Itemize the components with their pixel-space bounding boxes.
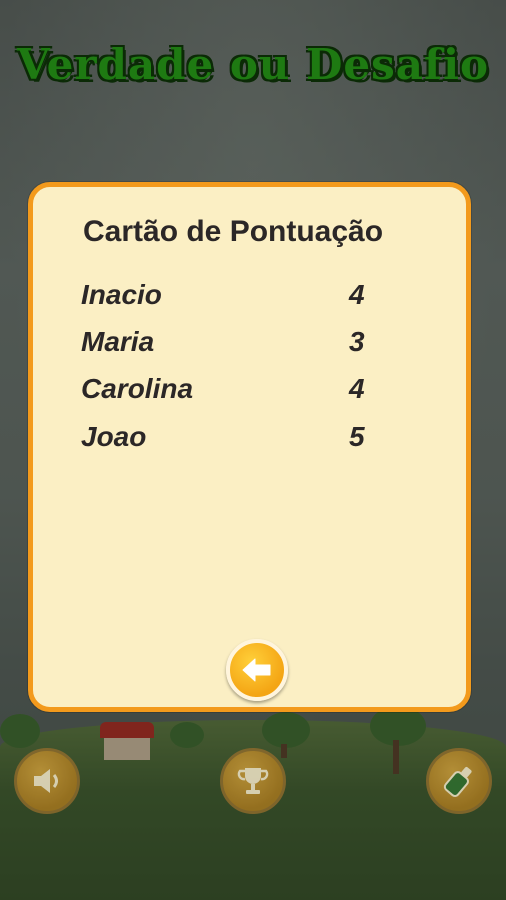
player-name: Joao <box>81 421 147 452</box>
score-row: Maria 3 <box>81 326 421 370</box>
back-button[interactable] <box>226 639 288 701</box>
scorecard-title: Cartão de Pontuação <box>83 215 384 248</box>
score-row: Inacio 4 <box>81 279 421 323</box>
player-score: 5 <box>349 421 365 452</box>
speaker-icon <box>34 769 58 793</box>
app-title: Verdade ou Desafio <box>16 40 490 89</box>
player-score: 3 <box>349 326 365 357</box>
score-row: Carolina 4 <box>81 373 421 417</box>
sound-button[interactable] <box>14 748 80 814</box>
score-row: Joao 5 <box>81 421 421 465</box>
player-name: Maria <box>81 326 155 357</box>
bottle-button[interactable] <box>426 748 492 814</box>
scorecard-dialog: Cartão de Pontuação Inacio 4 Maria 3 Car… <box>28 182 471 712</box>
arrow-left-icon <box>242 658 271 682</box>
player-name: Inacio <box>81 279 162 310</box>
trophy-icon <box>237 768 269 794</box>
player-score: 4 <box>349 279 365 310</box>
bottle-icon <box>443 766 472 797</box>
trophy-button[interactable] <box>220 748 286 814</box>
player-name: Carolina <box>81 373 194 404</box>
player-score: 4 <box>349 373 365 404</box>
